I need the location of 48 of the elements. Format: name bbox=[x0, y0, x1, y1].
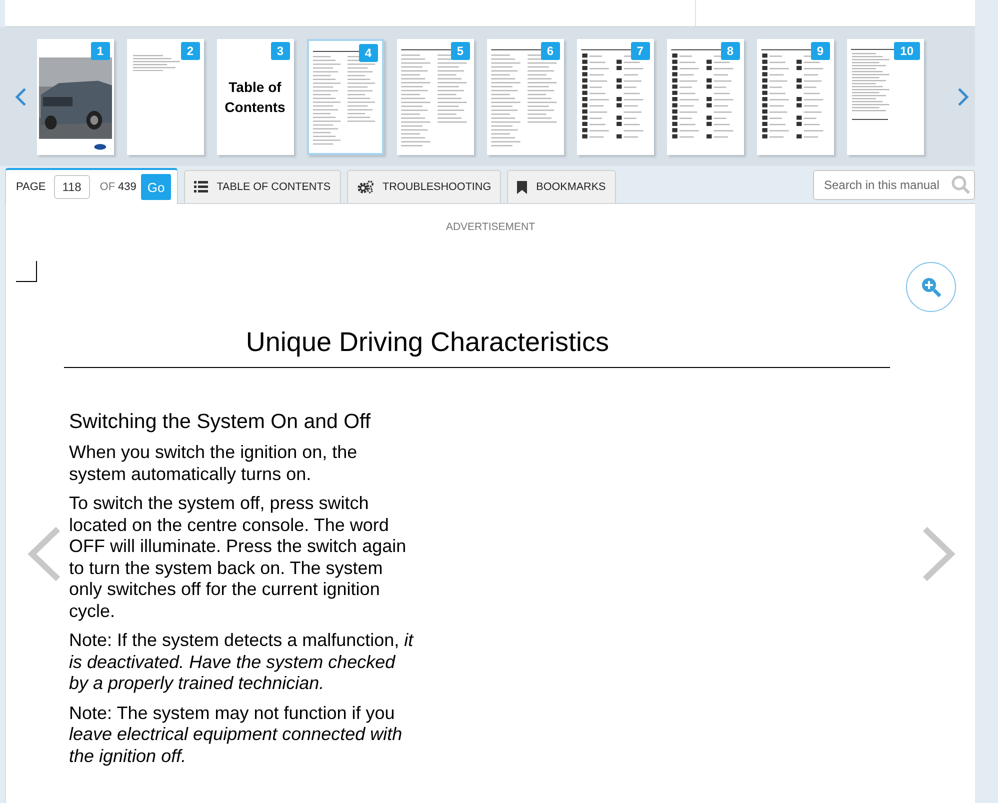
page-thumbnail[interactable]: Table of Contents 3 bbox=[216, 38, 294, 154]
chevron-right-icon[interactable] bbox=[957, 86, 970, 106]
page-thumbnail[interactable]: 9 bbox=[756, 38, 834, 154]
of-label: OF bbox=[100, 181, 116, 193]
page-label: PAGE bbox=[16, 181, 46, 193]
page-number-field[interactable]: 118 bbox=[54, 175, 90, 199]
tab[interactable]: BOOKMARKS bbox=[507, 170, 616, 203]
section-heading: Switching the System On and Off bbox=[69, 410, 372, 434]
page-thumbnail[interactable]: 8 bbox=[666, 38, 744, 154]
page-thumbnail[interactable]: 6 bbox=[486, 38, 564, 154]
page-count: 439 bbox=[118, 181, 136, 193]
paragraph: Note: If the system detects a malfunction, it is deactivated. Have the system checked by a properly trained technician. bbox=[69, 630, 415, 694]
zoom-in-button[interactable] bbox=[906, 262, 956, 312]
paragraph: When you switch the ignition on, the system automatically turns on. bbox=[69, 442, 358, 485]
paragraph: To switch the system off, press switch located on the centre console. The word OFF will illuminate. Press the switch again to turn the system back on. The system only switches off for the current ignition cycle. bbox=[69, 493, 408, 622]
bookmark-icon bbox=[517, 180, 528, 194]
page-number-badge: 6 bbox=[540, 42, 560, 60]
page-thumbnail[interactable]: 4 bbox=[306, 38, 384, 154]
page-thumbnail[interactable]: 1 bbox=[36, 38, 114, 154]
page-number-badge: 10 bbox=[894, 42, 920, 60]
gears-icon bbox=[356, 180, 374, 194]
page-thumbnail[interactable]: 7 bbox=[576, 38, 654, 154]
page-number-badge: 7 bbox=[630, 42, 650, 60]
crop-mark bbox=[16, 261, 37, 282]
page-thumbnail[interactable]: 10 bbox=[846, 38, 924, 154]
zoom-in-icon bbox=[919, 275, 943, 299]
page-thumbnail[interactable]: 5 bbox=[396, 38, 474, 154]
page-number-badge: 5 bbox=[450, 42, 470, 60]
chevron-left-icon[interactable] bbox=[14, 86, 27, 106]
page-number-badge: 3 bbox=[270, 42, 290, 60]
advertisement-label: ADVERTISEMENT bbox=[444, 220, 536, 233]
tab[interactable]: TROUBLESHOOTING bbox=[346, 170, 502, 203]
tab[interactable]: TABLE OF CONTENTS bbox=[184, 170, 341, 203]
thumbnail-title: Table of Contents bbox=[224, 78, 286, 116]
paragraph: Note: The system may not function if you leave electrical equipment connected with the ignition off. bbox=[69, 702, 404, 767]
page-number-badge: 9 bbox=[810, 42, 830, 60]
page-thumbnail[interactable]: 2 bbox=[126, 38, 204, 154]
page-number-badge: 2 bbox=[180, 42, 200, 60]
go-button[interactable]: Go bbox=[141, 174, 171, 200]
document-title: Unique Driving Characteristics bbox=[244, 326, 610, 359]
page-preview-drawing bbox=[132, 54, 182, 70]
page-number-badge: 8 bbox=[720, 42, 740, 60]
page-number-badge: 1 bbox=[90, 42, 110, 60]
page-number-badge: 4 bbox=[358, 44, 378, 62]
list-icon bbox=[194, 181, 208, 193]
search-icon[interactable] bbox=[951, 175, 971, 195]
page-tab[interactable]: PAGE 118 OF 439 Go bbox=[5, 168, 178, 204]
search-field[interactable]: Search in this manual bbox=[813, 170, 975, 200]
